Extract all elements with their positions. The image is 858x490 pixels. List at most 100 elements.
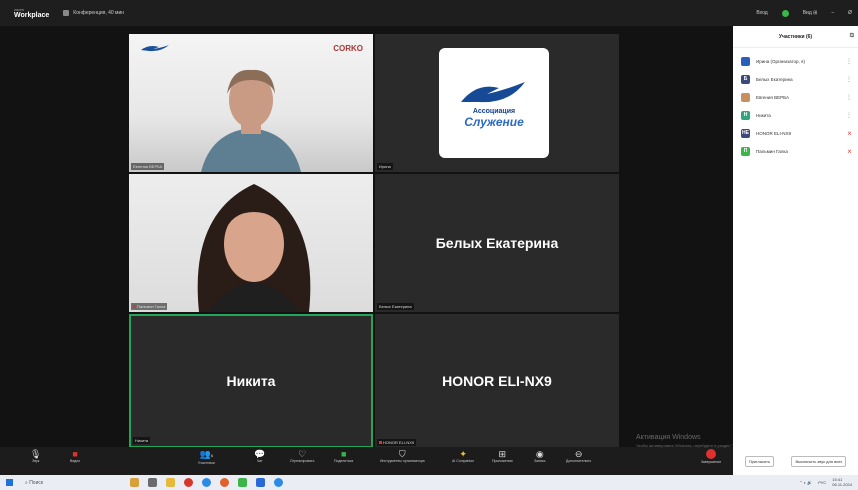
app-icon[interactable] bbox=[238, 478, 247, 487]
chrome-icon[interactable] bbox=[202, 478, 211, 487]
avatar bbox=[741, 56, 750, 66]
participant-row[interactable]: Н Никита ⋮ bbox=[733, 106, 858, 124]
conference-info[interactable]: Конференция, 40 мин bbox=[63, 10, 124, 16]
bird-logo-icon bbox=[461, 81, 525, 102]
opera-icon[interactable] bbox=[184, 478, 193, 487]
avatar: HE bbox=[741, 128, 750, 138]
end-meeting-button[interactable]: Завершение bbox=[694, 449, 728, 464]
participant-name: Евгения ВЕРБА bbox=[756, 94, 789, 100]
host-tools-button[interactable]: ⛉ Инструменты организатора bbox=[380, 449, 425, 463]
avatar: Б bbox=[741, 74, 750, 84]
security-status-icon[interactable] bbox=[781, 9, 789, 17]
audio-button[interactable]: 🎙 Звук bbox=[30, 449, 41, 463]
participant-name: Белых Екатерина bbox=[756, 76, 793, 82]
apps-button[interactable]: ⊞ Приложения bbox=[492, 449, 512, 463]
microphone-icon[interactable]: ⋮ bbox=[846, 58, 852, 65]
mic-muted-icon[interactable]: ⨯ bbox=[847, 130, 852, 137]
participant-row[interactable]: HE HONOR ELI-NX9 ⨯ bbox=[733, 124, 858, 142]
windows-taskbar: ⌕ Поиск ⌃ ◐ 🔊 РУС 15:41 06.11.2024 bbox=[0, 475, 858, 490]
react-button[interactable]: ♡ Отреагировать bbox=[290, 449, 314, 463]
taskbar-search[interactable]: ⌕ Поиск bbox=[25, 480, 43, 486]
view-button[interactable]: Вид ⊞ bbox=[803, 10, 818, 16]
app-brand: zoom Workplace bbox=[14, 7, 50, 19]
participant-name-tag: Ирина bbox=[377, 163, 393, 170]
avatar: Н bbox=[741, 110, 750, 120]
shield-icon: ⛉ bbox=[398, 449, 406, 459]
avatar bbox=[741, 92, 750, 102]
taskbar-apps bbox=[130, 478, 283, 487]
record-button[interactable]: ◉ Запись bbox=[534, 449, 545, 463]
participant-row[interactable]: П Пальмин Галка ⨯ bbox=[733, 142, 858, 160]
chat-button[interactable]: 💬 Чат bbox=[254, 449, 265, 463]
participant-name: Никита bbox=[756, 112, 771, 118]
share-screen-icon: ■ bbox=[340, 449, 347, 459]
mic-muted-icon bbox=[379, 441, 382, 444]
participant-row[interactable]: Б Белых Екатерина ⋮ bbox=[733, 70, 858, 88]
video-tile-palmin[interactable]: Пальмин Галка bbox=[129, 174, 373, 312]
meeting-toolbar: 🎙 Звук ■ Видео 👥6 Участники 💬 Чат ♡ Отре… bbox=[0, 447, 733, 475]
corko-logo: CORKO bbox=[333, 44, 363, 53]
popout-icon[interactable]: ⧉ bbox=[850, 33, 854, 40]
microphone-icon: 🎙 bbox=[30, 449, 42, 459]
video-tile-honor[interactable]: HONOR ELI-NX9 HONOR ELI-NX9 bbox=[375, 314, 619, 448]
participant-name: HONOR ELI-NX9 bbox=[756, 130, 792, 136]
video-tile-evgenia[interactable]: CORKO Евгения ВЕРБА bbox=[129, 34, 373, 172]
avatar: П bbox=[741, 146, 750, 156]
task-view-icon[interactable] bbox=[148, 478, 157, 487]
edge-icon[interactable] bbox=[274, 478, 283, 487]
sparkle-icon: ✦ bbox=[459, 449, 467, 459]
taskbar-app-icon[interactable] bbox=[130, 478, 139, 487]
title-bar: zoom Workplace Конференция, 40 мин Вход … bbox=[0, 0, 858, 26]
participant-name-tag: Пальмин Галка bbox=[131, 303, 168, 310]
panel-title: Участники (6) bbox=[778, 33, 813, 40]
panel-header: Участники (6) ⧉ bbox=[733, 26, 858, 48]
tray-icons[interactable]: ⌃ ◐ 🔊 bbox=[799, 480, 812, 485]
panel-footer: Пригласить Выключить звук для всех bbox=[733, 447, 858, 475]
participant-row[interactable]: Ирина (Организатор, я) ⋮ bbox=[733, 52, 858, 70]
system-tray: ⌃ ◐ 🔊 РУС 15:41 06.11.2024 bbox=[799, 477, 852, 487]
invite-button[interactable]: Пригласить bbox=[744, 455, 775, 467]
video-button[interactable]: ■ Видео bbox=[70, 449, 80, 463]
microphone-icon[interactable]: ⋮ bbox=[846, 112, 852, 119]
zoom-workplace-window: zoom Workplace Конференция, 40 мин Вход … bbox=[0, 0, 858, 490]
windows-start-icon[interactable] bbox=[6, 479, 13, 486]
minimize-button[interactable]: – bbox=[831, 10, 834, 16]
record-icon: ◉ bbox=[535, 449, 544, 459]
participants-button[interactable]: 👥6 Участники bbox=[198, 449, 215, 465]
video-tile-belykh[interactable]: Белых Екатерина Белых Екатерина bbox=[375, 174, 619, 312]
participant-name: Ирина (Организатор, я) bbox=[756, 58, 805, 64]
windows-activation-watermark: Активация Windows Чтобы активировать Win… bbox=[636, 434, 757, 448]
shield-icon bbox=[63, 10, 70, 16]
share-button[interactable]: ■ Поделиться bbox=[334, 449, 353, 463]
zoom-icon[interactable] bbox=[256, 478, 265, 487]
participant-video bbox=[201, 69, 301, 172]
video-stage: CORKO Евгения ВЕРБА Ассоциация Служение bbox=[0, 26, 733, 448]
participant-row[interactable]: Евгения ВЕРБА ⋮ bbox=[733, 88, 858, 106]
folder-icon[interactable] bbox=[166, 478, 175, 487]
clock[interactable]: 15:41 06.11.2024 bbox=[832, 477, 852, 487]
language-indicator[interactable]: РУС bbox=[818, 480, 826, 485]
mic-muted-icon bbox=[133, 305, 136, 308]
association-logo: Ассоциация Служение bbox=[439, 48, 549, 158]
sign-in-button[interactable]: Вход bbox=[756, 10, 767, 16]
logo-slu-text: Служение bbox=[464, 114, 524, 129]
participant-display-name: HONOR ELI-NX9 bbox=[442, 373, 552, 389]
video-tile-nikita-active-speaker[interactable]: Никита Никита bbox=[129, 314, 373, 448]
video-grid: CORKO Евгения ВЕРБА Ассоциация Служение bbox=[129, 34, 619, 448]
participant-name-tag: Никита bbox=[133, 437, 151, 444]
chat-icon: 💬 bbox=[254, 449, 266, 459]
participant-display-name: Белых Екатерина bbox=[435, 235, 559, 251]
more-button[interactable]: ⊖ Дополнительно bbox=[566, 449, 591, 463]
close-button[interactable]: Ø bbox=[848, 10, 852, 16]
brand-name: Workplace bbox=[14, 11, 50, 19]
microphone-icon[interactable]: ⋮ bbox=[846, 94, 852, 101]
ai-companion-button[interactable]: ✦ AI Companion bbox=[452, 449, 474, 463]
participants-icon: 👥6 bbox=[199, 449, 214, 459]
participant-name-tag: Евгения ВЕРБА bbox=[131, 163, 165, 170]
video-tile-irina[interactable]: Ассоциация Служение Ирина bbox=[375, 34, 619, 172]
microphone-icon[interactable]: ⋮ bbox=[846, 76, 852, 83]
mute-all-button[interactable]: Выключить звук для всех bbox=[791, 455, 847, 467]
mic-muted-icon[interactable]: ⨯ bbox=[847, 148, 852, 155]
participant-name-tag: Белых Екатерина bbox=[377, 303, 414, 310]
yandex-icon[interactable] bbox=[220, 478, 229, 487]
